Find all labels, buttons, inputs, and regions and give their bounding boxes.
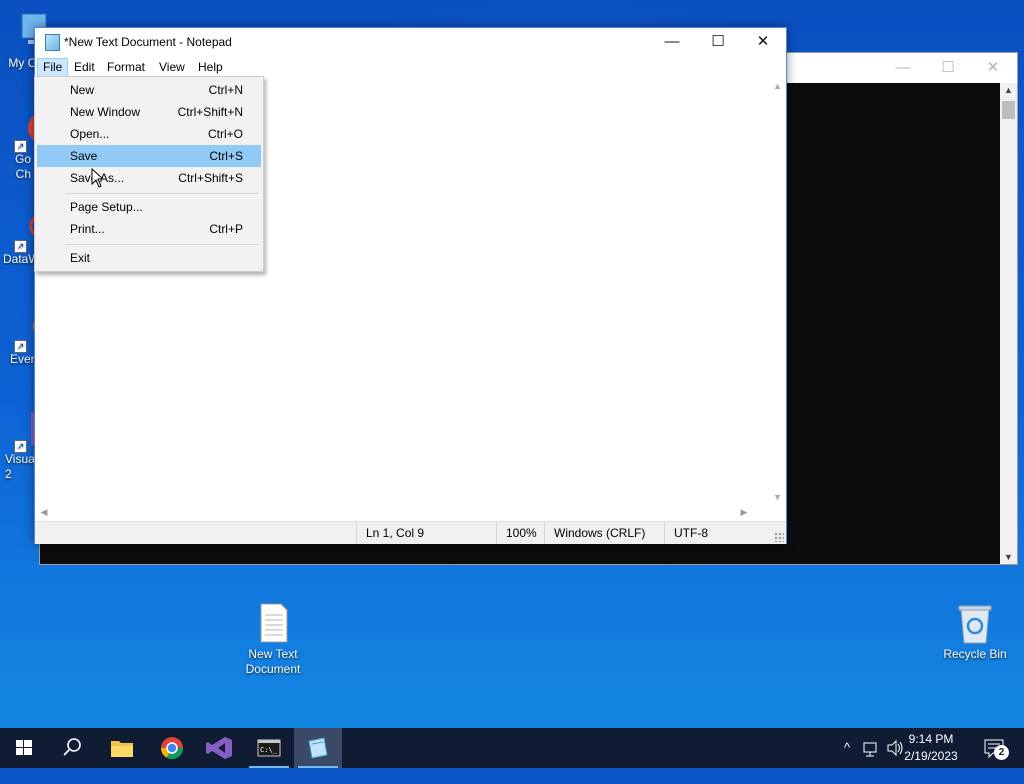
maximize-icon[interactable]: ☐ xyxy=(925,53,971,83)
statusbar: Ln 1, Col 9 100% Windows (CRLF) UTF-8 xyxy=(35,521,786,544)
console-scrollbar[interactable]: ▲ ▼ xyxy=(1000,83,1017,564)
notepad-icon xyxy=(45,34,60,51)
taskbar: C:\_ ^ 9:14 PM 2/19/2023 2 xyxy=(0,728,1024,768)
menu-view[interactable]: View xyxy=(154,58,190,76)
network-icon[interactable] xyxy=(860,728,882,768)
desktop-icon-recycle-bin[interactable]: Recycle Bin xyxy=(940,603,1010,662)
menu-item-shortcut: Ctrl+P xyxy=(209,222,243,236)
menu-item-label: New Window xyxy=(70,105,141,119)
shortcut-arrow-icon: ↗ xyxy=(14,240,27,253)
desktop: My Co Go Ch ↗ DataW ↗ Ever ↗ Visua 2 ↗ N… xyxy=(0,0,1024,728)
status-line-ending: Windows (CRLF) xyxy=(544,522,664,544)
menu-item-shortcut: Ctrl+Shift+S xyxy=(178,171,243,185)
menu-item-label: Exit xyxy=(70,251,91,265)
close-button[interactable]: ✕ xyxy=(740,28,786,56)
horizontal-scrollbar[interactable]: ◀ ▶ xyxy=(35,504,769,521)
recycle-bin-icon xyxy=(955,603,995,644)
scroll-thumb[interactable] xyxy=(1002,101,1015,119)
vertical-scrollbar[interactable]: ▲ ▼ xyxy=(769,77,786,504)
file-menu-dropdown: New Ctrl+N New Window Ctrl+Shift+N Open.… xyxy=(34,76,264,272)
desktop-icon-new-text-document[interactable]: New Text Document xyxy=(238,603,308,677)
scrollbar-corner xyxy=(769,504,786,521)
menu-item-label: Page Setup... xyxy=(70,200,143,214)
taskbar-file-explorer[interactable] xyxy=(98,728,146,768)
search-button[interactable] xyxy=(48,728,96,768)
menu-item-page-setup[interactable]: Page Setup... xyxy=(37,196,261,218)
minimize-icon[interactable]: — xyxy=(880,53,926,83)
menu-item-save[interactable]: Save Ctrl+S xyxy=(37,145,261,167)
menu-separator xyxy=(65,193,259,194)
scroll-down-icon[interactable]: ▼ xyxy=(1000,552,1017,562)
taskbar-visual-studio[interactable] xyxy=(196,728,244,768)
start-button[interactable] xyxy=(0,728,48,768)
minimize-button[interactable]: — xyxy=(649,28,695,56)
maximize-button[interactable]: ☐ xyxy=(695,28,741,56)
scroll-left-icon[interactable]: ◀ xyxy=(37,504,51,521)
menu-help[interactable]: Help xyxy=(193,58,228,76)
menu-item-open[interactable]: Open... Ctrl+O xyxy=(37,123,261,145)
action-center-button[interactable]: 2 xyxy=(976,728,1016,768)
menu-separator xyxy=(65,244,259,245)
clock-date[interactable]: 2/19/2023 xyxy=(896,749,966,763)
menu-item-label: Save xyxy=(70,149,98,163)
folder-icon xyxy=(111,741,133,757)
mouse-cursor-icon xyxy=(91,167,105,191)
shortcut-arrow-icon: ↗ xyxy=(14,340,27,353)
menu-item-shortcut: Ctrl+Shift+N xyxy=(177,105,243,119)
menu-format[interactable]: Format xyxy=(102,58,150,76)
menu-item-print[interactable]: Print... Ctrl+P xyxy=(37,218,261,240)
visual-studio-icon xyxy=(206,737,232,759)
menu-item-new-window[interactable]: New Window Ctrl+Shift+N xyxy=(37,101,261,123)
chrome-icon xyxy=(161,737,183,759)
menu-item-label: Print... xyxy=(70,222,105,236)
menu-file[interactable]: File xyxy=(37,58,69,78)
scroll-down-icon[interactable]: ▼ xyxy=(769,492,786,502)
text-document-icon xyxy=(253,603,293,643)
resize-grip-icon[interactable] xyxy=(774,532,784,542)
menu-item-shortcut: Ctrl+S xyxy=(209,149,243,163)
scroll-right-icon[interactable]: ▶ xyxy=(737,504,751,521)
status-position: Ln 1, Col 9 xyxy=(356,522,496,544)
notification-count-badge: 2 xyxy=(994,745,1009,760)
windows-logo-icon xyxy=(16,740,32,755)
taskbar-terminal[interactable]: C:\_ xyxy=(245,728,293,768)
terminal-icon: C:\_ xyxy=(257,739,281,757)
menu-item-shortcut: Ctrl+O xyxy=(207,127,243,141)
taskbar-notepad[interactable] xyxy=(294,728,342,768)
menu-item-new[interactable]: New Ctrl+N xyxy=(37,79,261,101)
menubar: File Edit Format View Help xyxy=(35,56,786,78)
scroll-up-icon[interactable]: ▲ xyxy=(769,81,786,91)
svg-text:C:\_: C:\_ xyxy=(260,746,278,754)
shortcut-arrow-icon: ↗ xyxy=(14,440,27,453)
menu-item-save-as[interactable]: Save As... Ctrl+Shift+S xyxy=(37,167,261,189)
menu-edit[interactable]: Edit xyxy=(69,58,100,76)
menu-item-label: Open... xyxy=(70,127,110,141)
scroll-up-icon[interactable]: ▲ xyxy=(1000,85,1017,95)
desktop-icon-label: Recycle Bin xyxy=(943,647,1007,661)
show-hidden-icons-chevron-up-icon[interactable]: ^ xyxy=(838,728,856,768)
notepad-titlebar[interactable]: *New Text Document - Notepad — ☐ ✕ xyxy=(35,28,786,56)
clock-time[interactable]: 9:14 PM xyxy=(896,732,966,746)
menu-item-shortcut: Ctrl+N xyxy=(208,83,243,97)
search-icon xyxy=(63,738,81,756)
notepad-icon xyxy=(308,737,328,759)
menu-item-label: New xyxy=(70,83,95,97)
desktop-icon-label: New Text Document xyxy=(245,647,301,676)
close-icon[interactable]: ✕ xyxy=(970,53,1016,83)
window-title: *New Text Document - Notepad xyxy=(64,35,232,49)
shortcut-arrow-icon: ↗ xyxy=(14,140,27,153)
status-zoom: 100% xyxy=(496,522,546,544)
menu-item-exit[interactable]: Exit xyxy=(37,247,261,269)
taskbar-chrome[interactable] xyxy=(148,728,196,768)
status-encoding: UTF-8 xyxy=(664,522,764,544)
